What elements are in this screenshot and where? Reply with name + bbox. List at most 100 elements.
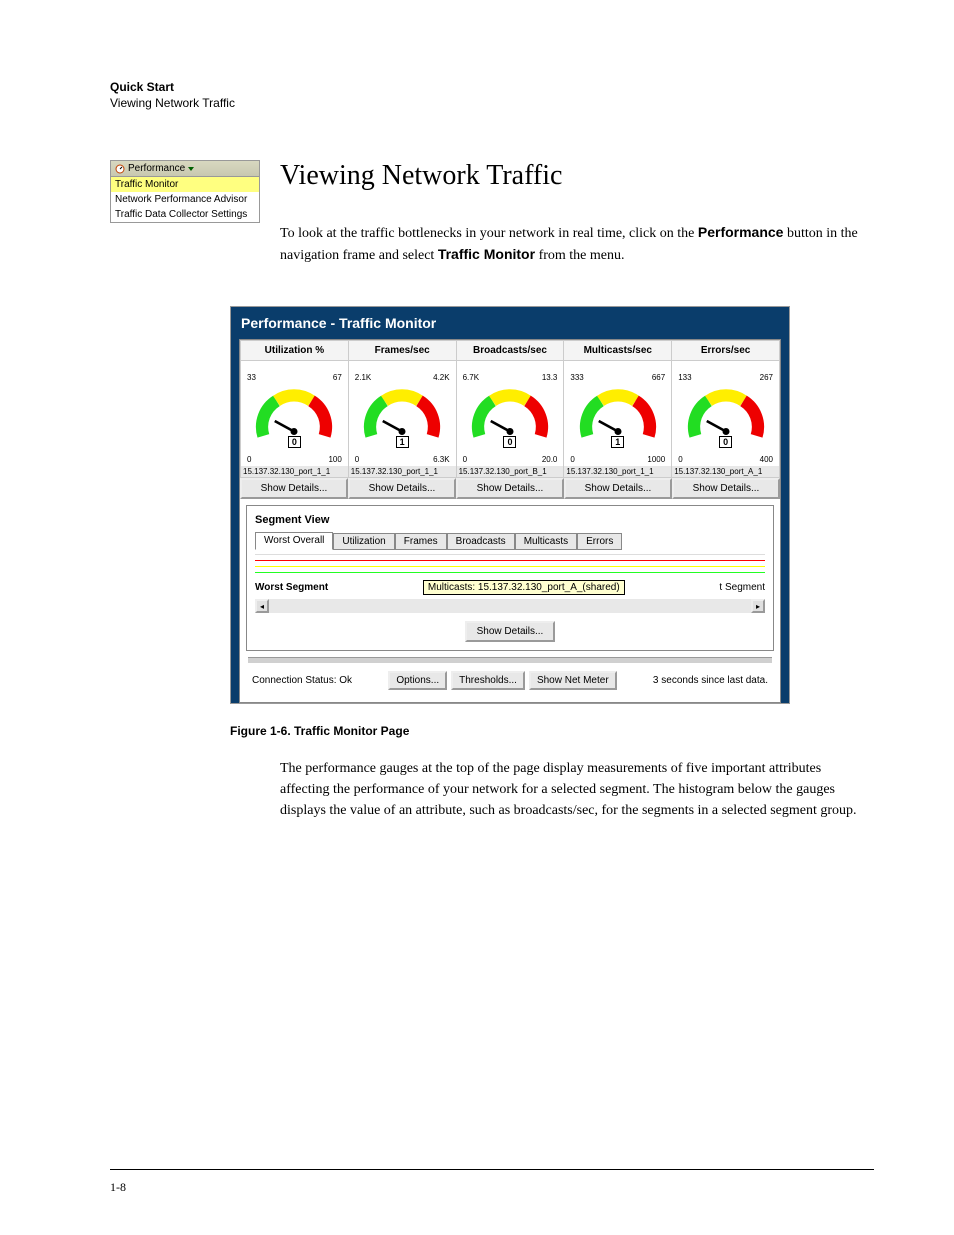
gauge-tick-right: 13.3 [542,373,558,382]
scroll-right-icon[interactable]: ▸ [751,599,765,613]
gauge-scale: 0400 [672,455,779,464]
gauge-icon [115,164,125,174]
show-details-row: Show Details...Show Details...Show Detai… [240,478,780,499]
horizontal-scrollbar[interactable]: ◂ ▸ [255,599,765,613]
gauge-tick-left: 333 [570,373,583,382]
intro-text-1: To look at the traffic bottlenecks in yo… [280,226,698,241]
window-title: Performance - Traffic Monitor [231,307,789,339]
gauge-body: 2.1K 4.2K 1 06.3K [349,361,456,466]
gauge-tick-left: 133 [678,373,691,382]
intro-bold-traffic-monitor: Traffic Monitor [438,246,535,262]
segment-tabs: Worst OverallUtilizationFramesBroadcasts… [255,532,765,550]
gauge-cell: Broadcasts/sec 6.7K 13.3 0 020.0 15.137.… [457,341,565,477]
segment-tab[interactable]: Multicasts [515,533,577,550]
connection-status: Connection Status: Ok [252,675,352,686]
threshold-line-green [255,572,765,573]
gauge-cell: Utilization % 33 67 0 0100 15.137.32.130… [241,341,349,477]
segment-show-details-button[interactable]: Show Details... [465,621,556,642]
gauge-row: Utilization % 33 67 0 0100 15.137.32.130… [240,340,780,478]
gauge-segment-ip: 15.137.32.130_port_1_1 [349,466,456,477]
segment-view-box: Segment View Worst OverallUtilizationFra… [246,505,774,651]
performance-menu-title[interactable]: Performance [111,161,259,177]
show-details-button[interactable]: Show Details... [672,478,780,499]
gauge-scale: 0100 [241,455,348,464]
gauge-segment-ip: 15.137.32.130_port_A_1 [672,466,779,477]
show-net-meter-button[interactable]: Show Net Meter [529,671,617,690]
scroll-left-icon[interactable]: ◂ [255,599,269,613]
gauge-header: Errors/sec [672,341,779,361]
section-label: Viewing Network Traffic [110,96,874,110]
gauge-scale: 020.0 [457,455,564,464]
gauge-scale: 06.3K [349,455,456,464]
gauge-digital-readout: 0 [503,436,516,448]
segment-tab[interactable]: Broadcasts [447,533,515,550]
segment-tab[interactable]: Worst Overall [255,532,333,550]
page-number: 1-8 [110,1180,874,1195]
gauge-tick-right: 4.2K [433,373,449,382]
show-details-button[interactable]: Show Details... [456,478,564,499]
gauge-header: Broadcasts/sec [457,341,564,361]
gauge-body: 6.7K 13.3 0 020.0 [457,361,564,466]
gauge-header: Frames/sec [349,341,456,361]
gauge-segment-ip: 15.137.32.130_port_1_1 [241,466,348,477]
gauge-scale: 01000 [564,455,671,464]
best-segment-label: t Segment [719,582,765,593]
worst-segment-label: Worst Segment [255,582,328,593]
gauge-header: Multicasts/sec [564,341,671,361]
segment-view-title: Segment View [255,514,765,526]
gauge-tick-right: 67 [333,373,342,382]
intro-paragraph: To look at the traffic bottlenecks in yo… [280,222,874,266]
gauge-digital-readout: 0 [288,436,301,448]
show-details-button[interactable]: Show Details... [348,478,456,499]
gauge-tick-right: 267 [760,373,773,382]
chevron-down-icon [188,166,194,172]
segment-tab[interactable]: Utilization [333,533,394,550]
multicasts-tooltip: Multicasts: 15.137.32.130_port_A_(shared… [423,580,625,595]
worst-segment-row: Worst Segment Multicasts: 15.137.32.130_… [255,580,765,595]
gauge-cell: Multicasts/sec 333 667 1 01000 15.137.32… [564,341,672,477]
footer-rule [110,1169,874,1170]
segment-show-details-wrapper: Show Details... [255,621,765,642]
menu-title-text: Performance [128,163,185,174]
gauge-tick-left: 33 [247,373,256,382]
threshold-line-red [255,560,765,561]
options-button[interactable]: Options... [388,671,447,690]
page-footer: 1-8 [110,1169,874,1195]
segment-tab[interactable]: Frames [395,533,447,550]
gauge-segment-ip: 15.137.32.130_port_B_1 [457,466,564,477]
performance-menu: Performance Traffic Monitor Network Perf… [110,160,260,223]
menu-item-traffic-monitor[interactable]: Traffic Monitor [111,177,259,192]
gauge-tick-left: 6.7K [463,373,479,382]
traffic-monitor-screenshot: Performance - Traffic Monitor Utilizatio… [230,306,790,704]
page-header: Quick Start Viewing Network Traffic [110,80,874,110]
gauge-digital-readout: 1 [396,436,409,448]
menu-item-traffic-data-collector-settings[interactable]: Traffic Data Collector Settings [111,207,259,222]
intro-text-3: from the menu. [535,248,624,263]
threshold-line-yellow [255,566,765,567]
timer-status: 3 seconds since last data. [653,675,768,686]
menu-items: Traffic Monitor Network Performance Advi… [111,177,259,222]
thresholds-button[interactable]: Thresholds... [451,671,525,690]
gauge-digital-readout: 1 [611,436,624,448]
divider [248,657,772,663]
gauge-header: Utilization % [241,341,348,361]
segment-tab[interactable]: Errors [577,533,622,550]
figure-caption: Figure 1-6. Traffic Monitor Page [230,724,874,738]
gauge-body: 333 667 1 01000 [564,361,671,466]
gauge-cell: Errors/sec 133 267 0 0400 15.137.32.130_… [672,341,779,477]
gauge-tick-right: 667 [652,373,665,382]
gauge-body: 33 67 0 0100 [241,361,348,466]
gauge-digital-readout: 0 [719,436,732,448]
chapter-label: Quick Start [110,80,874,94]
page-title: Viewing Network Traffic [280,160,874,192]
status-bar: Connection Status: Ok Options... Thresho… [248,667,772,694]
gauge-body: 133 267 0 0400 [672,361,779,466]
histogram-area [255,554,765,574]
gauge-segment-ip: 15.137.32.130_port_1_1 [564,466,671,477]
scroll-track[interactable] [269,599,751,613]
show-details-button[interactable]: Show Details... [564,478,672,499]
show-details-button[interactable]: Show Details... [240,478,348,499]
menu-item-network-performance-advisor[interactable]: Network Performance Advisor [111,192,259,207]
intro-bold-performance: Performance [698,224,784,240]
gauge-cell: Frames/sec 2.1K 4.2K 1 06.3K 15.137.32.1… [349,341,457,477]
